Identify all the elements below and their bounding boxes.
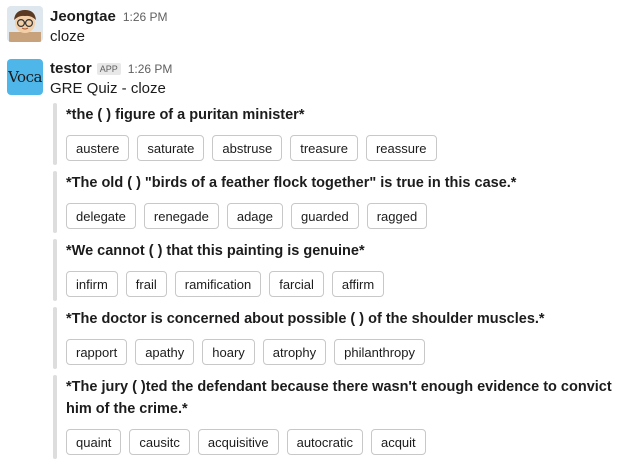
answer-button[interactable]: renegade [143,203,219,229]
attachment-bar [53,171,57,233]
answer-button[interactable]: saturate [137,135,205,161]
answer-button[interactable]: austere [66,135,130,161]
attachment-bar [53,307,57,369]
answer-button[interactable]: autocratic [286,429,363,455]
answer-button[interactable]: treasure [290,135,358,161]
answer-button[interactable]: frail [125,271,167,297]
answer-button[interactable]: hoary [202,339,255,365]
answer-button[interactable]: reassure [365,135,437,161]
quiz-question: *The old ( ) "birds of a feather flock t… [66,175,517,191]
avatar-jeongtae[interactable] [7,6,43,42]
answer-button[interactable]: abstruse [212,135,283,161]
author-name[interactable]: Jeongtae [50,8,116,25]
message-text: cloze [50,28,86,45]
author-name[interactable]: testor [50,60,92,77]
answer-button[interactable]: ragged [366,203,428,229]
answer-options: austere saturate abstruse treasure reass… [66,135,437,161]
answer-button[interactable]: rapport [66,339,128,365]
quiz-question: *the ( ) figure of a puritan minister* [66,107,305,123]
answer-options: delegate renegade adage guarded ragged [66,203,428,229]
answer-button[interactable]: farcial [269,271,324,297]
answer-button[interactable]: apathy [135,339,195,365]
quiz-question: *The doctor is concerned about possible … [66,311,545,327]
quiz-question: *We cannot ( ) that this painting is gen… [66,243,365,259]
timestamp[interactable]: 1:26 PM [123,10,168,24]
quiz-question: *The jury ( )ted the defendant because t… [66,379,612,417]
avatar-label: Voca [8,68,42,86]
answer-button[interactable]: infirm [66,271,118,297]
answer-options: quaint causitc acquisitive autocratic ac… [66,429,426,455]
attachment-bar [53,103,57,165]
answer-button[interactable]: philanthropy [334,339,425,365]
answer-button[interactable]: acquit [370,429,426,455]
answer-button[interactable]: adage [226,203,283,229]
answer-button[interactable]: acquisitive [197,429,279,455]
attachment-bar [53,239,57,301]
message-text: GRE Quiz - cloze [50,80,166,97]
answer-button[interactable]: causitc [129,429,190,455]
answer-button[interactable]: guarded [291,203,359,229]
cartoon-avatar-icon [7,6,43,42]
avatar-testor[interactable]: Voca [7,59,43,95]
attachment-bar [53,375,57,459]
answer-options: rapport apathy hoary atrophy philanthrop… [66,339,425,365]
answer-button[interactable]: atrophy [262,339,327,365]
message-header: testor APP 1:26 PM [50,60,172,77]
answer-options: infirm frail ramification farcial affirm [66,271,385,297]
answer-button[interactable]: ramification [174,271,262,297]
app-badge: APP [96,62,121,75]
message-header: Jeongtae 1:26 PM [50,8,168,25]
answer-button[interactable]: delegate [66,203,136,229]
timestamp[interactable]: 1:26 PM [128,62,173,76]
answer-button[interactable]: quaint [66,429,122,455]
answer-button[interactable]: affirm [331,271,385,297]
